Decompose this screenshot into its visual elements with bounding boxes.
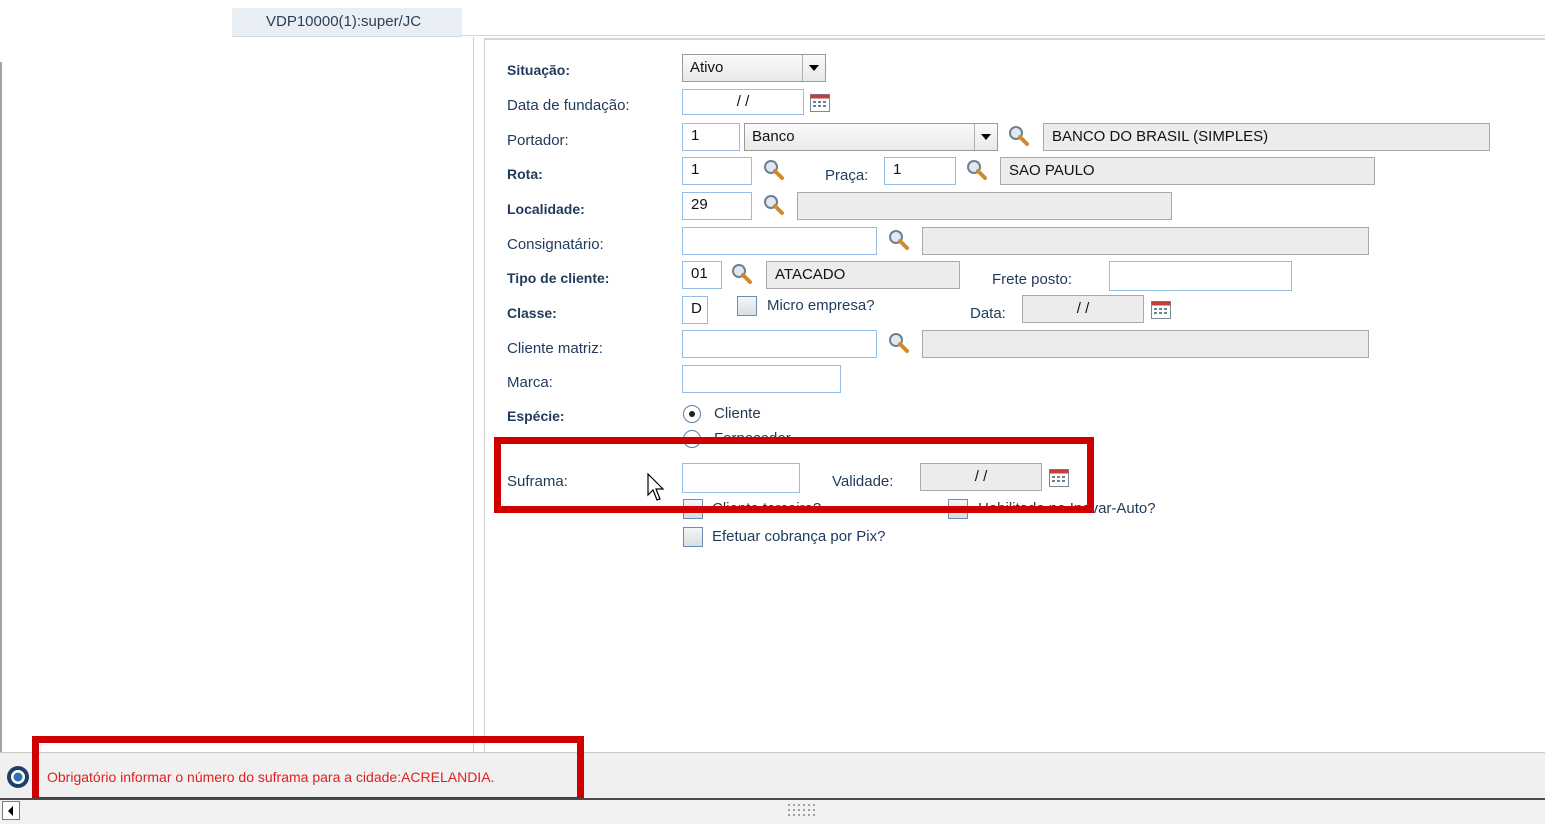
frete-posto-label: Frete posto:	[992, 271, 1073, 288]
praca-label: Praça:	[825, 167, 869, 184]
situacao-select[interactable]: Ativo	[682, 54, 826, 82]
portador-type-select[interactable]: Banco	[744, 123, 998, 151]
cliente-matriz-description	[922, 330, 1369, 358]
especie-option-cliente: Cliente	[714, 405, 761, 422]
grip-handle-icon[interactable]	[787, 803, 817, 817]
consignatario-code-input[interactable]	[682, 227, 877, 255]
classe-label: Classe:	[507, 305, 557, 321]
data-label: Data:	[970, 305, 1006, 322]
cliente-matriz-code-input[interactable]	[682, 330, 877, 358]
search-icon[interactable]	[888, 229, 910, 251]
search-icon[interactable]	[763, 194, 785, 216]
search-icon[interactable]	[966, 159, 988, 181]
situacao-value: Ativo	[690, 59, 724, 76]
data-fundacao-label: Data de fundação:	[507, 97, 630, 114]
dropdown-arrow-icon[interactable]	[802, 55, 825, 81]
search-icon[interactable]	[731, 263, 753, 285]
data-input[interactable]: / /	[1022, 295, 1144, 323]
left-edge	[0, 62, 2, 752]
tipo-cliente-code-input[interactable]: 01	[682, 261, 722, 289]
rota-code-input[interactable]: 1	[682, 157, 752, 185]
calendar-icon[interactable]	[1151, 301, 1171, 319]
consignatario-description	[922, 227, 1369, 255]
marca-label: Marca:	[507, 374, 553, 391]
search-icon[interactable]	[888, 332, 910, 354]
praca-code-input[interactable]: 1	[884, 157, 956, 185]
pix-label: Efetuar cobrança por Pix?	[712, 528, 886, 545]
search-icon[interactable]	[1008, 125, 1030, 147]
situacao-label: Situação:	[507, 62, 571, 78]
portador-description: BANCO DO BRASIL (SIMPLES)	[1043, 123, 1490, 151]
calendar-icon[interactable]	[810, 94, 830, 112]
micro-empresa-label: Micro empresa?	[767, 297, 875, 314]
frete-posto-input[interactable]	[1109, 261, 1292, 291]
horizontal-scrollbar[interactable]	[0, 798, 1545, 824]
data-fundacao-input[interactable]: / /	[682, 89, 804, 115]
especie-radio-cliente[interactable]	[683, 405, 701, 423]
top-divider	[462, 35, 1545, 36]
suframa-highlight-box	[494, 437, 1094, 513]
rota-label: Rota:	[507, 166, 543, 182]
status-highlight-box	[32, 736, 584, 804]
localidade-label: Localidade:	[507, 201, 585, 217]
portador-label: Portador:	[507, 132, 569, 149]
dropdown-arrow-icon[interactable]	[974, 124, 997, 150]
consignatario-label: Consignatário:	[507, 236, 604, 253]
scroll-left-button[interactable]	[2, 801, 20, 820]
search-icon[interactable]	[763, 159, 785, 181]
localidade-code-input[interactable]: 29	[682, 192, 752, 220]
tab-program[interactable]: VDP10000(1):super/JC	[232, 8, 462, 37]
cliente-matriz-label: Cliente matriz:	[507, 340, 603, 357]
localidade-description	[797, 192, 1172, 220]
pix-checkbox[interactable]	[683, 527, 703, 547]
classe-input[interactable]: D	[682, 296, 708, 324]
info-icon	[7, 766, 29, 788]
praca-description: SAO PAULO	[1000, 157, 1375, 185]
portador-code-input[interactable]: 1	[682, 123, 740, 151]
portador-type-value: Banco	[752, 128, 795, 145]
especie-label: Espécie:	[507, 408, 565, 424]
tipo-cliente-description: ATACADO	[766, 261, 960, 289]
micro-empresa-checkbox[interactable]	[737, 296, 757, 316]
splitter[interactable]	[473, 37, 474, 752]
tipo-cliente-label: Tipo de cliente:	[507, 270, 610, 286]
marca-input[interactable]	[682, 365, 841, 393]
